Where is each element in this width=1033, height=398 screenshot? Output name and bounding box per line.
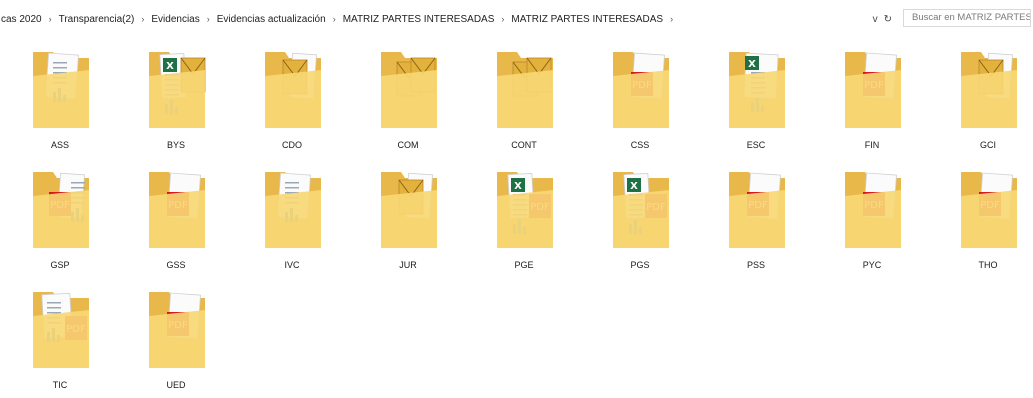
folder-icon bbox=[377, 166, 441, 252]
explorer-top-bar: cas 2020 › Transparencia(2) › Evidencias… bbox=[0, 0, 1033, 34]
folder-item[interactable]: PDF GSP bbox=[2, 162, 118, 278]
folder-icon: PDF bbox=[725, 166, 789, 252]
folder-label: GCI bbox=[979, 140, 996, 150]
breadcrumb-item[interactable]: Evidencias bbox=[150, 14, 200, 25]
breadcrumb-separator-icon: › bbox=[141, 14, 145, 24]
breadcrumb-item[interactable]: cas 2020 bbox=[0, 14, 43, 25]
refresh-icon[interactable]: ↻ bbox=[884, 14, 892, 25]
folder-label: COM bbox=[397, 140, 419, 150]
breadcrumb-separator-icon: › bbox=[332, 14, 336, 24]
folder-item[interactable]: PDF GSS bbox=[118, 162, 234, 278]
search-input[interactable]: Buscar en MATRIZ PARTES INT... bbox=[903, 9, 1031, 27]
breadcrumb-separator-icon: › bbox=[670, 14, 674, 24]
folder-label: CONT bbox=[511, 140, 537, 150]
folder-icon bbox=[957, 46, 1021, 132]
folder-label: PGS bbox=[630, 260, 650, 270]
folder-icon: XPDF bbox=[609, 166, 673, 252]
svg-text:X: X bbox=[514, 181, 522, 192]
folder-icon: PDF bbox=[29, 166, 93, 252]
breadcrumb-item[interactable]: MATRIZ PARTES INTERESADAS bbox=[510, 14, 664, 25]
folder-label: GSP bbox=[50, 260, 70, 270]
breadcrumb-item[interactable]: Evidencias actualización bbox=[216, 14, 327, 25]
svg-text:X: X bbox=[166, 61, 174, 72]
folder-item[interactable]: ASS bbox=[2, 42, 118, 158]
folder-label: PGE bbox=[514, 260, 534, 270]
folder-item[interactable]: XPDF PGS bbox=[582, 162, 698, 278]
folder-icon bbox=[493, 46, 557, 132]
breadcrumb-separator-icon: › bbox=[501, 14, 505, 24]
svg-text:X: X bbox=[748, 59, 756, 70]
folder-icon: PDF bbox=[957, 166, 1021, 252]
folder-icon bbox=[261, 46, 325, 132]
folder-label: ASS bbox=[50, 140, 69, 150]
folder-icon bbox=[377, 46, 441, 132]
folder-item[interactable]: X ESC bbox=[698, 42, 814, 158]
folder-item[interactable]: XPDF PGE bbox=[466, 162, 582, 278]
folder-label: CSS bbox=[630, 140, 650, 150]
folder-item[interactable]: PDF THO bbox=[930, 162, 1033, 278]
folder-item[interactable]: PDF UED bbox=[118, 282, 234, 398]
folder-icon: PDF bbox=[29, 286, 93, 372]
folder-label: THO bbox=[978, 260, 998, 270]
folder-label: UED bbox=[166, 380, 186, 390]
address-controls: v ↻ bbox=[873, 9, 892, 29]
folder-label: TIC bbox=[52, 380, 68, 390]
folder-item[interactable]: X BYS bbox=[118, 42, 234, 158]
folder-icon: XPDF bbox=[493, 166, 557, 252]
folder-label: FIN bbox=[864, 140, 880, 150]
folder-item[interactable]: CONT bbox=[466, 42, 582, 158]
folder-icon: PDF bbox=[841, 46, 905, 132]
folder-label: ESC bbox=[746, 140, 766, 150]
folder-item[interactable]: PDF TIC bbox=[2, 282, 118, 398]
breadcrumb-item[interactable]: Transparencia(2) bbox=[58, 14, 136, 25]
folder-icon: X bbox=[145, 46, 209, 132]
folder-item[interactable]: PDF PYC bbox=[814, 162, 930, 278]
breadcrumb-separator-icon: › bbox=[206, 14, 210, 24]
breadcrumb-separator-icon: › bbox=[48, 14, 52, 24]
folder-item[interactable]: PDF CSS bbox=[582, 42, 698, 158]
folder-label: BYS bbox=[166, 140, 185, 150]
folder-label: GSS bbox=[166, 260, 186, 270]
folder-icon bbox=[29, 46, 93, 132]
folder-icon: PDF bbox=[145, 166, 209, 252]
folder-item[interactable]: PDF FIN bbox=[814, 42, 930, 158]
folder-icon: PDF bbox=[145, 286, 209, 372]
folder-icon: X bbox=[725, 46, 789, 132]
folder-item[interactable]: CDO bbox=[234, 42, 350, 158]
breadcrumb-item[interactable]: MATRIZ PARTES INTERESADAS bbox=[342, 14, 496, 25]
folder-label: CDO bbox=[282, 140, 302, 150]
folder-item[interactable]: GCI bbox=[930, 42, 1033, 158]
history-dropdown-icon[interactable]: v bbox=[873, 14, 878, 25]
folder-label: PSS bbox=[746, 260, 765, 270]
folder-item[interactable]: PDF PSS bbox=[698, 162, 814, 278]
folder-icon bbox=[261, 166, 325, 252]
svg-text:X: X bbox=[630, 181, 638, 192]
folder-item[interactable]: JUR bbox=[350, 162, 466, 278]
folder-item[interactable]: IVC bbox=[234, 162, 350, 278]
folder-item[interactable]: COM bbox=[350, 42, 466, 158]
folder-grid: ASS X BYS CDO COM CONT PDF CSS X ESC PDF… bbox=[0, 40, 1033, 390]
folder-label: PYC bbox=[862, 260, 882, 270]
folder-icon: PDF bbox=[609, 46, 673, 132]
folder-label: IVC bbox=[284, 260, 300, 270]
folder-icon: PDF bbox=[841, 166, 905, 252]
address-bar[interactable]: cas 2020 › Transparencia(2) › Evidencias… bbox=[0, 9, 898, 29]
folder-label: JUR bbox=[399, 260, 417, 270]
